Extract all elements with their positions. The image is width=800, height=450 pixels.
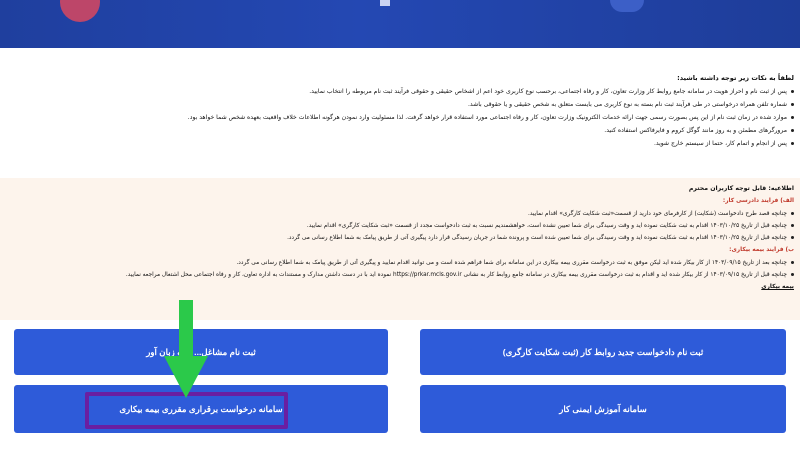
announcement-item: چنانچه قبل از تاریخ ۱۴۰۳/۱۰/۲۵ اقدام به …	[0, 232, 794, 244]
unemployment-insurance-link[interactable]: بیمه بیکاری	[761, 284, 794, 290]
header-decoration-circle	[60, 0, 100, 22]
header-decoration-shape	[610, 0, 644, 12]
header-decoration-mark	[380, 0, 390, 6]
section-a-heading: الف) فرایند دادرسی کار:	[722, 198, 794, 205]
announcement-item: چنانچه قصد طرح دادخواست (شکایت) از کارفر…	[0, 208, 794, 220]
notice-item: پس از ثبت نام و احراز هویت در سامانه جام…	[0, 85, 794, 98]
labor-complaint-registration-button[interactable]: ثبت نام دادخواست جدید روابط کار (ثبت شکا…	[420, 329, 786, 375]
notice-item: پس از انجام و اتمام کار، حتما از سیستم خ…	[0, 137, 794, 150]
safety-training-button[interactable]: سامانه آموزش ایمنی کار	[420, 385, 786, 433]
section-b-heading: ب) فرایند بیمه بیکاری:	[729, 247, 794, 254]
site-header-banner	[0, 0, 800, 48]
bullet-icon	[791, 211, 794, 215]
announcement-heading: اطلاعیه: قابل توجه کاربران محترم	[688, 185, 794, 192]
notice-item: موارد شده در زمان ثبت نام از این پس بصور…	[0, 111, 794, 124]
bullet-icon	[791, 236, 794, 240]
announcement-item: چنانچه قبل از تاریخ ۱۴۰۳/۱۰/۲۵ اقدام به …	[0, 220, 794, 232]
bullet-icon	[791, 273, 794, 277]
bullet-icon	[791, 115, 794, 119]
bullet-icon	[791, 102, 794, 106]
bullet-icon	[791, 141, 794, 145]
announcement-item: چنانچه بعد از تاریخ ۱۴۰۳/۰۹/۱۵ از کار بی…	[0, 257, 794, 269]
announcement-item: چنانچه قبل از تاریخ ۱۴۰۳/۰۹/۱۵ از کار بی…	[0, 269, 794, 281]
notice-heading: لطفاً به نکات زیر توجه داشته باشید:	[677, 74, 794, 82]
notice-item: شماره تلفن همراه درخواستی در طی فرآیند ث…	[0, 98, 794, 111]
translator-registration-button[interactable]: ثبت نام مشاغل... ت و زبان آور	[14, 329, 388, 375]
bullet-icon	[791, 223, 794, 227]
bullet-icon	[791, 89, 794, 93]
registration-notice: لطفاً به نکات زیر توجه داشته باشید: پس ا…	[0, 72, 800, 172]
announcement-item-tail: بیمه بیکاری	[0, 281, 794, 293]
bullet-icon	[791, 260, 794, 264]
bullet-icon	[791, 128, 794, 132]
notice-item: مرورگرهای مطمئن و به روز مانند گوگل کروم…	[0, 124, 794, 137]
announcement-box: اطلاعیه: قابل توجه کاربران محترم الف) فر…	[0, 178, 800, 320]
unemployment-insurance-button[interactable]: سامانه درخواست برقراری مقرری بیمه بیکاری	[14, 385, 388, 433]
